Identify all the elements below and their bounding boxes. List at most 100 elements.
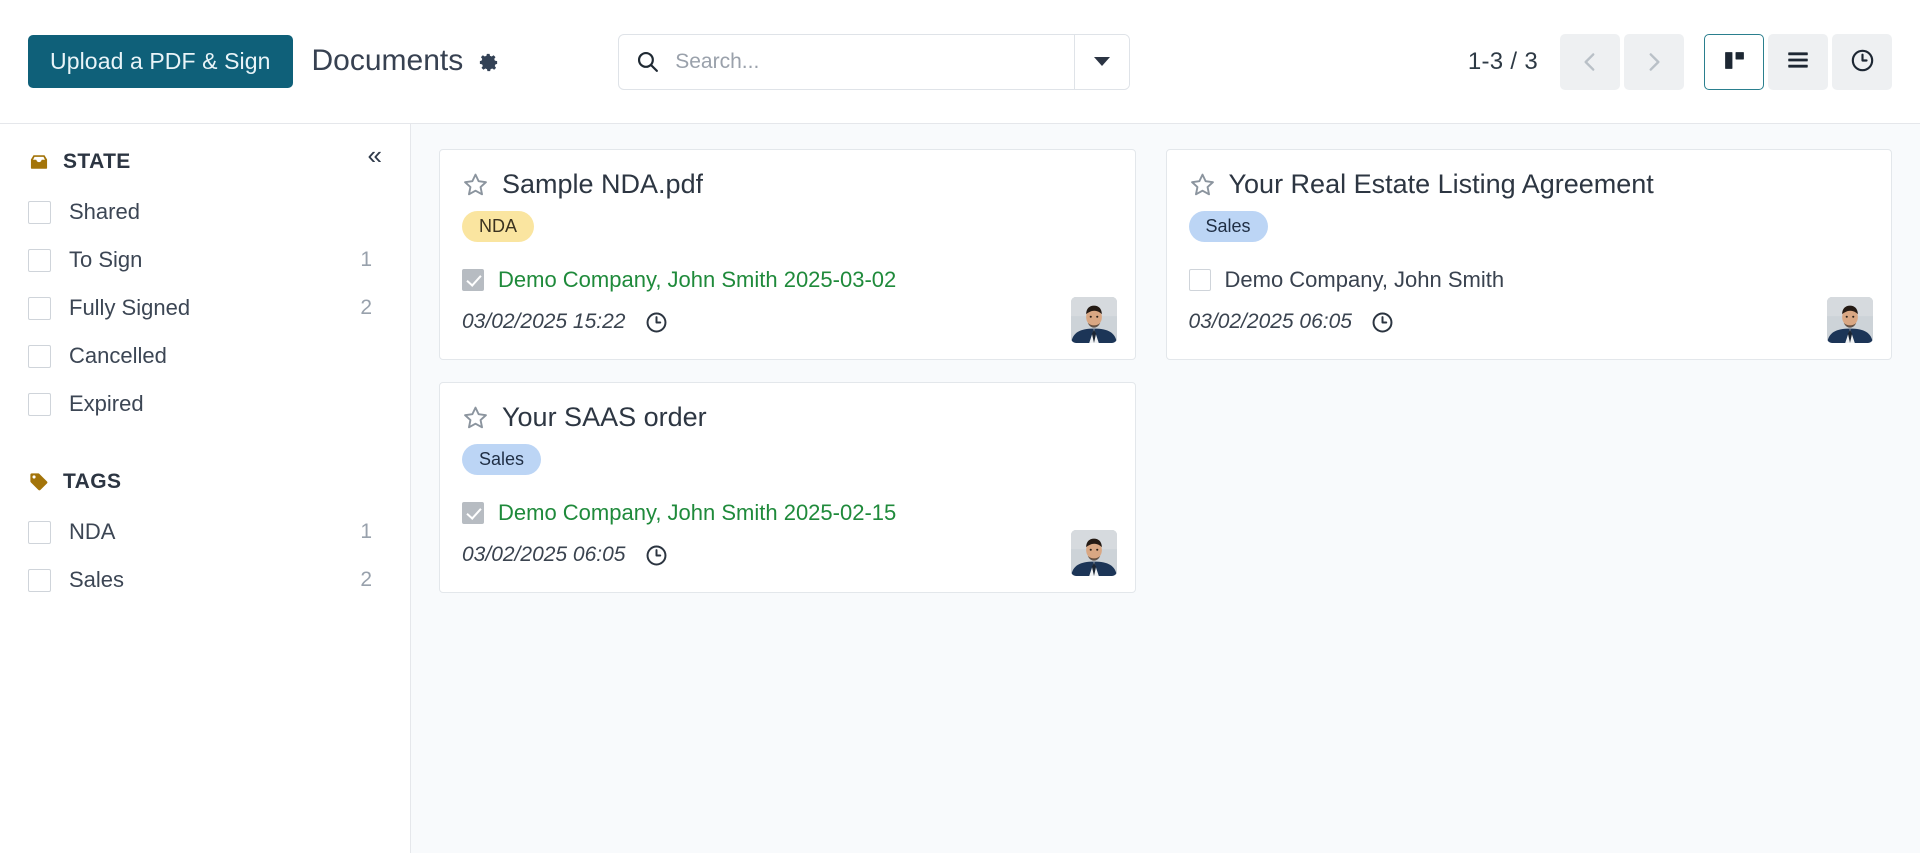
searchbar[interactable] <box>618 34 1130 90</box>
signer-checkbox <box>462 269 484 291</box>
facet-item-label: Sales <box>69 567 360 593</box>
card-meta-row: 03/02/2025 06:05 <box>1189 310 1870 335</box>
clock-view-icon <box>1849 47 1876 77</box>
view-list-button[interactable] <box>1768 34 1828 90</box>
avatar[interactable] <box>1071 297 1117 343</box>
facet-item-label: NDA <box>69 519 360 545</box>
inbox-icon <box>28 151 50 173</box>
card-tag-row: NDA <box>462 211 1113 243</box>
star-icon[interactable] <box>462 404 489 431</box>
facet-group-state: STATE Shared To Sign 1 Fully Signed 2 Ca… <box>26 150 384 428</box>
card-date: 03/02/2025 06:05 <box>462 543 626 567</box>
card-title-row: Your Real Estate Listing Agreement <box>1189 170 1870 200</box>
facet-checkbox[interactable] <box>28 393 51 416</box>
facet-checkbox[interactable] <box>28 297 51 320</box>
card-signer-row: Demo Company, John Smith 2025-03-02 <box>462 268 1113 292</box>
facet-checkbox[interactable] <box>28 521 51 544</box>
facet-item-count: 1 <box>360 520 376 544</box>
facet-item-shared[interactable]: Shared <box>26 188 384 236</box>
facet-title: TAGS <box>63 470 121 494</box>
facet-checkbox[interactable] <box>28 201 51 224</box>
facet-item-sales[interactable]: Sales 2 <box>26 556 384 604</box>
facet-item-label: Cancelled <box>69 343 372 369</box>
clock-icon <box>644 310 669 335</box>
tag-badge[interactable]: Sales <box>1189 211 1268 243</box>
facet-item-label: Expired <box>69 391 372 417</box>
star-icon[interactable] <box>462 171 489 198</box>
signer-checkbox <box>462 502 484 524</box>
signer-label: Demo Company, John Smith <box>1225 268 1505 292</box>
facet-item-fully-signed[interactable]: Fully Signed 2 <box>26 284 384 332</box>
facet-item-count: 2 <box>360 568 376 592</box>
page-title: Documents <box>312 46 464 76</box>
kanban-column: Sample NDA.pdf NDA Demo Company, John Sm… <box>439 149 1166 593</box>
facet-checkbox[interactable] <box>28 569 51 592</box>
avatar[interactable] <box>1071 530 1117 576</box>
search-area <box>618 34 1130 90</box>
search-panel-sidebar: « STATE Shared To Sign 1 <box>0 124 411 853</box>
search-dropdown-toggle[interactable] <box>1074 35 1129 89</box>
control-panel: Upload a PDF & Sign Documents <box>0 0 1920 124</box>
kanban-view-icon <box>1722 48 1747 76</box>
facet-item-count: 2 <box>360 296 376 320</box>
facet-item-label: Shared <box>69 199 372 225</box>
signer-label: Demo Company, John Smith 2025-02-15 <box>498 501 896 525</box>
facet-item-cancelled[interactable]: Cancelled <box>26 332 384 380</box>
search-icon <box>619 49 675 74</box>
view-activity-button[interactable] <box>1832 34 1892 90</box>
pager-nav-group <box>1560 34 1684 90</box>
kanban-column: Your Real Estate Listing Agreement Sales… <box>1166 149 1893 593</box>
card-meta-row: 03/02/2025 15:22 <box>462 310 1113 335</box>
tag-badge[interactable]: NDA <box>462 211 534 243</box>
breadcrumb: Documents <box>312 46 501 76</box>
pager-previous-button[interactable] <box>1560 34 1620 90</box>
card-tag-row: Sales <box>1189 211 1870 243</box>
facet-header-state[interactable]: STATE <box>26 150 384 174</box>
upload-pdf-and-sign-button[interactable]: Upload a PDF & Sign <box>28 35 293 88</box>
card-tag-row: Sales <box>462 444 1113 476</box>
card-title-row: Your SAAS order <box>462 403 1113 433</box>
kanban-card[interactable]: Your Real Estate Listing Agreement Sales… <box>1166 149 1893 360</box>
card-title: Your Real Estate Listing Agreement <box>1229 170 1654 200</box>
card-title: Sample NDA.pdf <box>502 170 703 200</box>
signer-checkbox <box>1189 269 1211 291</box>
facet-item-label: To Sign <box>69 247 360 273</box>
card-title: Your SAAS order <box>502 403 707 433</box>
kanban-grid: Sample NDA.pdf NDA Demo Company, John Sm… <box>439 149 1892 593</box>
tag-badge[interactable]: Sales <box>462 444 541 476</box>
signer-label: Demo Company, John Smith 2025-03-02 <box>498 268 896 292</box>
pager-count: 1-3 / 3 <box>1468 48 1538 76</box>
facet-item-expired[interactable]: Expired <box>26 380 384 428</box>
facet-checkbox[interactable] <box>28 249 51 272</box>
card-title-row: Sample NDA.pdf <box>462 170 1113 200</box>
pager-next-button[interactable] <box>1624 34 1684 90</box>
facet-header-tags[interactable]: TAGS <box>26 470 384 494</box>
kanban-card[interactable]: Your SAAS order Sales Demo Company, John… <box>439 382 1136 593</box>
sidebar-collapse-button[interactable]: « <box>362 138 388 172</box>
facet-item-count: 1 <box>360 248 376 272</box>
page-body: « STATE Shared To Sign 1 <box>0 124 1920 853</box>
card-meta-row: 03/02/2025 06:05 <box>462 543 1113 568</box>
facet-title: STATE <box>63 150 131 174</box>
gear-icon[interactable] <box>477 51 500 74</box>
facet-checkbox[interactable] <box>28 345 51 368</box>
card-date: 03/02/2025 15:22 <box>462 310 626 334</box>
card-date: 03/02/2025 06:05 <box>1189 310 1353 334</box>
facet-item-label: Fully Signed <box>69 295 360 321</box>
clock-icon <box>1370 310 1395 335</box>
facet-item-nda[interactable]: NDA 1 <box>26 508 384 556</box>
control-panel-right: 1-3 / 3 <box>1468 34 1892 90</box>
chevron-down-icon <box>1094 57 1110 66</box>
kanban-view: Sample NDA.pdf NDA Demo Company, John Sm… <box>411 124 1920 853</box>
search-input[interactable] <box>675 35 1074 89</box>
facet-item-to-sign[interactable]: To Sign 1 <box>26 236 384 284</box>
control-panel-left: Upload a PDF & Sign Documents <box>28 35 500 88</box>
facet-group-tags: TAGS NDA 1 Sales 2 <box>26 470 384 604</box>
kanban-card[interactable]: Sample NDA.pdf NDA Demo Company, John Sm… <box>439 149 1136 360</box>
clock-icon <box>644 543 669 568</box>
star-icon[interactable] <box>1189 171 1216 198</box>
avatar[interactable] <box>1827 297 1873 343</box>
view-kanban-button[interactable] <box>1704 34 1764 90</box>
view-switcher <box>1704 34 1892 90</box>
card-signer-row: Demo Company, John Smith 2025-02-15 <box>462 501 1113 525</box>
